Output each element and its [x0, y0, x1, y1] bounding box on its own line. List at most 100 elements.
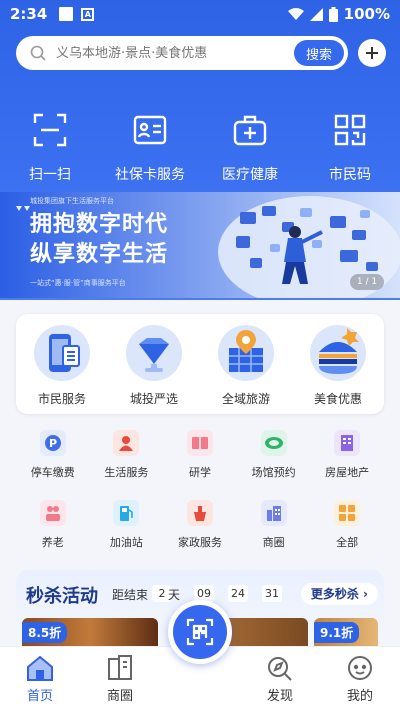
home-icon: [27, 655, 53, 681]
signal-icon: [309, 7, 323, 21]
service-row: 养老 加油站 家政服务 商圈 全部: [16, 500, 384, 570]
tab-label: 商圈: [106, 689, 133, 704]
search-icon: [30, 45, 46, 61]
featured-label: 城投严选: [129, 392, 178, 406]
service-label: 房屋地产: [325, 466, 370, 479]
service-study[interactable]: 研学: [163, 430, 237, 500]
qr-code-icon: [330, 110, 370, 150]
service-label: 场馆预约: [251, 466, 296, 479]
book-icon: [186, 430, 213, 456]
discount-badge: 9.1折: [314, 622, 360, 643]
scan-code-icon: [186, 618, 214, 646]
service-label: 停车缴费: [30, 466, 75, 479]
quick-action-label: 社保卡服务: [115, 167, 185, 183]
banner-tagline: 一站式“惠·服·管”商事服务平台: [30, 279, 126, 287]
more-flash-sale-label: 更多秒杀: [310, 587, 359, 601]
battery-percent: 100%: [343, 5, 390, 23]
service-parking[interactable]: P 停车缴费: [16, 430, 90, 500]
quick-action-label: 医疗健康: [222, 167, 278, 183]
stadium-icon: [260, 430, 287, 456]
banner-pager: 1 / 1: [350, 274, 384, 290]
banner-headline-2: 纵享数字生活: [30, 242, 169, 267]
parking-icon: P: [39, 430, 66, 456]
featured-citizen-service[interactable]: 市民服务: [16, 314, 108, 414]
promo-banner[interactable]: 城投集团旗下生活服务平台 拥抱数字时代 纵享数字生活 一站式“惠·服·管”商事服…: [0, 192, 400, 298]
quick-action-medical[interactable]: 医疗健康: [200, 110, 300, 190]
plus-icon: [366, 47, 378, 59]
citizen-service-icon: [34, 325, 90, 381]
banner-small-text: 城投集团旗下生活服务平台: [30, 197, 114, 205]
elderly-icon: [39, 500, 66, 526]
id-card-icon: [130, 110, 170, 150]
featured-label: 全域旅游: [221, 392, 270, 406]
banner-brand: 城投集团旗下生活服务平台: [30, 196, 114, 206]
all-icon: [334, 500, 361, 526]
profile-icon: [348, 656, 372, 680]
svg-text:P: P: [49, 437, 57, 450]
life-service-icon: [113, 430, 140, 456]
quick-action-citizen-code[interactable]: 市民码: [300, 110, 400, 190]
service-label: 全部: [336, 536, 359, 549]
service-label: 商圈: [262, 536, 285, 549]
scan-icon: [30, 110, 70, 150]
featured-tourism[interactable]: 全域旅游: [200, 314, 292, 414]
countdown-seconds: 31: [262, 585, 282, 602]
service-label: 加油站: [109, 536, 143, 549]
status-time: 2:34: [10, 5, 48, 23]
tab-label: 发现: [266, 689, 293, 704]
service-elderly[interactable]: 养老: [16, 500, 90, 570]
service-life[interactable]: 生活服务: [90, 430, 164, 500]
service-all[interactable]: 全部: [310, 500, 384, 570]
countdown-label: 距结束: [112, 588, 149, 602]
featured-selection[interactable]: 城投严选: [108, 314, 200, 414]
wifi-icon: [287, 7, 304, 20]
more-flash-sale-button[interactable]: 更多秒杀 ›: [300, 583, 378, 605]
tab-label: 我的: [346, 689, 373, 704]
status-right: 100%: [287, 5, 390, 23]
service-real-estate[interactable]: 房屋地产: [310, 430, 384, 500]
countdown-minutes: 24: [228, 585, 248, 602]
mall-icon: [260, 500, 287, 526]
diamond-icon: [126, 325, 182, 381]
service-gas-station[interactable]: 加油站: [90, 500, 164, 570]
search-box[interactable]: 搜索: [16, 36, 348, 70]
medical-kit-icon: [230, 110, 270, 150]
tab-label: 首页: [26, 689, 53, 704]
flash-sale-title: 秒杀活动: [26, 586, 98, 607]
featured-food-deals[interactable]: 美食优惠: [292, 314, 384, 414]
countdown-days-unit: 天: [168, 588, 181, 602]
search-input[interactable]: [56, 45, 256, 61]
quick-actions: 扫一扫 社保卡服务 医疗健康 市民码: [0, 110, 400, 190]
service-label: 研学: [188, 466, 211, 479]
service-label: 养老: [41, 536, 64, 549]
service-venue-booking[interactable]: 场馆预约: [237, 430, 311, 500]
city-map-icon: [218, 325, 274, 381]
service-mall[interactable]: 商圈: [237, 500, 311, 570]
quick-action-scan[interactable]: 扫一扫: [0, 110, 100, 190]
housekeeping-icon: [186, 500, 213, 526]
notification-icon: [59, 7, 74, 21]
featured-label: 市民服务: [37, 392, 86, 406]
tab-discover[interactable]: 发现: [240, 647, 320, 710]
discount-badge: 8.5折: [22, 622, 68, 643]
tab-profile[interactable]: 我的: [320, 647, 400, 710]
battery-icon: [328, 6, 338, 22]
burger-icon: [310, 325, 366, 381]
featured-services-card: 市民服务 城投严选 全域旅游 美食优惠: [16, 314, 384, 414]
tab-shops[interactable]: 商圈: [80, 647, 160, 710]
scan-fab-button[interactable]: [168, 600, 232, 664]
service-label: 家政服务: [177, 536, 222, 549]
tab-home[interactable]: 首页: [0, 647, 80, 710]
service-housekeeping[interactable]: 家政服务: [163, 500, 237, 570]
service-label: 生活服务: [104, 466, 149, 479]
banner-headline-1: 拥抱数字时代: [30, 212, 169, 237]
featured-label: 美食优惠: [313, 392, 362, 406]
add-button[interactable]: [358, 39, 386, 67]
service-grid: P 停车缴费 生活服务 研学 场馆预约 房屋地产 养老 加油站 家政服务 商圈 …: [16, 430, 384, 570]
quick-action-social-card[interactable]: 社保卡服务: [100, 110, 200, 190]
shops-icon: [108, 655, 132, 680]
search-button[interactable]: 搜索: [294, 40, 344, 66]
app-notification-icon: A: [81, 7, 95, 21]
fuel-icon: [113, 500, 140, 526]
quick-action-label: 市民码: [329, 167, 371, 183]
